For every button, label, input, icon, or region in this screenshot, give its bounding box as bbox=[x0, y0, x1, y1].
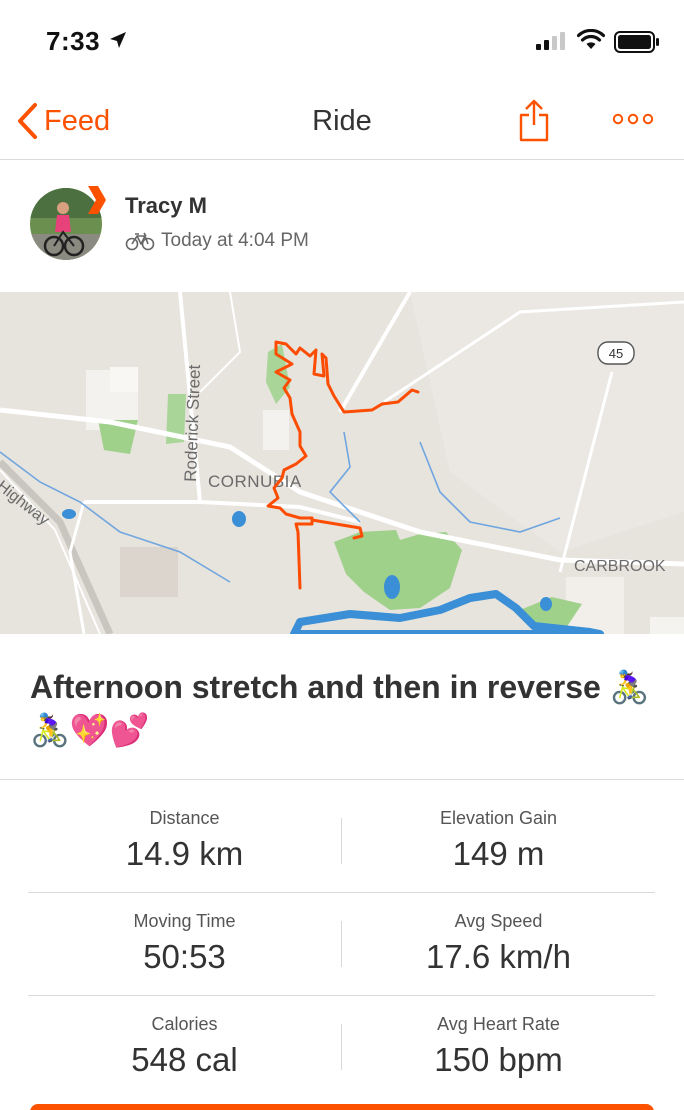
stat-label: Distance bbox=[149, 808, 220, 828]
pond bbox=[232, 511, 246, 527]
status-time: 7:33 bbox=[46, 26, 101, 56]
stat-value: 17.6 km/h bbox=[426, 938, 571, 975]
route-map[interactable]: 45 Roderick Street CORNUBIA Highway CARB… bbox=[0, 290, 684, 638]
activity-meta: Today at 4:04 PM bbox=[125, 230, 309, 252]
stat-value: 50:53 bbox=[143, 938, 226, 975]
stat-label: Avg Heart Rate bbox=[437, 1014, 560, 1034]
stat-label: Moving Time bbox=[133, 911, 236, 931]
stat-row: Moving Time 50:53 Avg Speed 17.6 km/h bbox=[28, 893, 655, 996]
stat-label: Avg Speed bbox=[454, 911, 543, 931]
athlete-header: Tracy M Today at 4:04 PM bbox=[30, 186, 650, 266]
building-block bbox=[110, 367, 138, 392]
divider bbox=[0, 779, 684, 780]
stat-avg-heart-rate: Avg Heart Rate 150 bpm bbox=[342, 996, 655, 1079]
athlete-name[interactable]: Tracy M bbox=[125, 193, 207, 219]
share-icon[interactable] bbox=[518, 98, 550, 142]
location-arrow-icon bbox=[110, 32, 126, 48]
map-label-suburb: CORNUBIA bbox=[208, 472, 302, 491]
stat-avg-speed: Avg Speed 17.6 km/h bbox=[342, 893, 655, 976]
building-block bbox=[120, 547, 178, 597]
battery-icon bbox=[614, 31, 659, 53]
pond bbox=[540, 597, 552, 611]
svg-text:45: 45 bbox=[609, 346, 623, 361]
stat-value: 149 m bbox=[452, 835, 545, 872]
stat-calories: Calories 548 cal bbox=[28, 996, 341, 1079]
map-label-east: CARBROOK bbox=[574, 558, 666, 575]
building-block bbox=[263, 410, 289, 450]
nav-bar: Feed Ride bbox=[0, 88, 684, 160]
stat-row: Calories 548 cal Avg Heart Rate 150 bpm bbox=[28, 996, 655, 1099]
building-block bbox=[650, 617, 684, 634]
stats-grid: Distance 14.9 km Elevation Gain 149 m Mo… bbox=[28, 790, 655, 1099]
stat-elevation-gain: Elevation Gain 149 m bbox=[342, 790, 655, 873]
bike-icon bbox=[125, 232, 155, 251]
analysis-button[interactable] bbox=[30, 1104, 654, 1110]
page-title: Ride bbox=[312, 105, 372, 137]
stat-label: Calories bbox=[151, 1014, 218, 1034]
stat-moving-time: Moving Time 50:53 bbox=[28, 893, 341, 976]
cellular-signal-icon bbox=[536, 32, 565, 50]
route-shield: 45 bbox=[597, 341, 635, 365]
subscriber-badge-icon bbox=[88, 186, 106, 214]
stat-value: 14.9 km bbox=[125, 835, 244, 872]
stat-label: Elevation Gain bbox=[439, 808, 558, 828]
stat-value: 150 bpm bbox=[434, 1041, 563, 1078]
activity-title: Afternoon stretch and then in reverse 🚴‍… bbox=[30, 669, 650, 748]
stat-value: 548 cal bbox=[131, 1041, 238, 1078]
stat-distance: Distance 14.9 km bbox=[28, 790, 341, 873]
activity-time: Today at 4:04 PM bbox=[161, 230, 309, 251]
pond bbox=[62, 509, 76, 519]
pond bbox=[384, 575, 400, 599]
status-bar: 7:33 bbox=[0, 0, 684, 88]
wifi-icon bbox=[577, 29, 605, 49]
more-options-icon[interactable] bbox=[612, 113, 654, 125]
stat-row: Distance 14.9 km Elevation Gain 149 m bbox=[28, 790, 655, 893]
